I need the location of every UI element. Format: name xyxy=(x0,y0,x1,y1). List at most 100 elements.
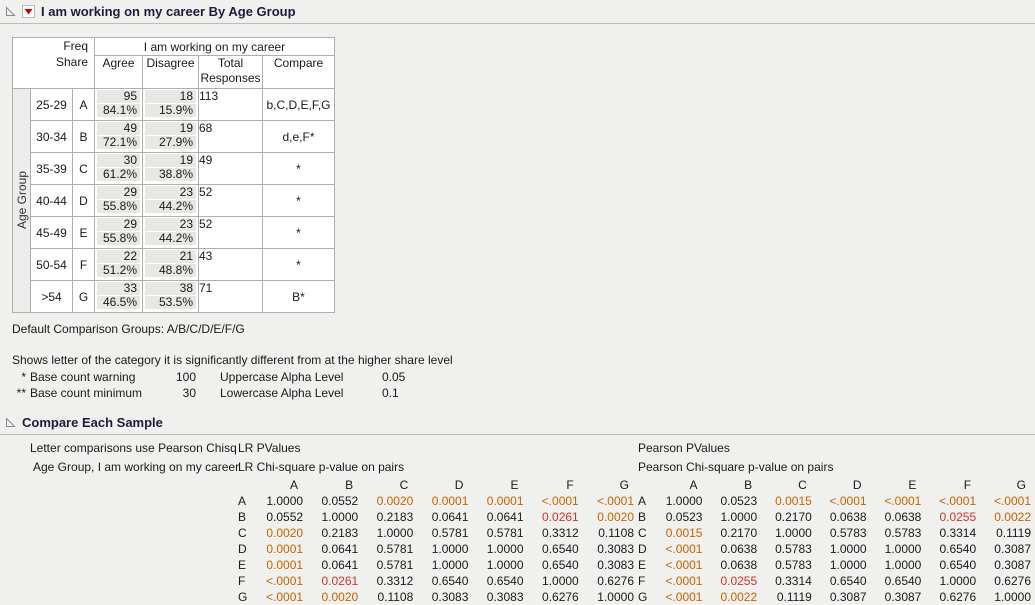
p-value-cell: 0.3083 xyxy=(583,541,638,557)
p-value-cell: 0.6276 xyxy=(980,573,1035,589)
p-value-cell: 0.1119 xyxy=(980,525,1035,541)
p-value-cell: 0.1108 xyxy=(362,589,417,605)
p-value-cell: <.0001 xyxy=(528,493,583,509)
matrix-col-header: D xyxy=(816,477,871,493)
p-value-cell: 0.0020 xyxy=(252,525,307,541)
matrix-col-header: E xyxy=(472,477,527,493)
group-letter: D xyxy=(73,185,95,217)
p-value-cell: 0.5783 xyxy=(761,557,816,573)
p-value-cell: 1.0000 xyxy=(816,541,871,557)
pearson-pvalues-block: Pearson PValues Pearson Chi-square p-val… xyxy=(638,439,1035,605)
age-label: 50-54 xyxy=(31,249,73,281)
p-value-cell: 0.5781 xyxy=(417,525,472,541)
matrix-row: D0.00010.06410.57811.00001.00000.65400.3… xyxy=(238,541,638,557)
p-value-cell: 1.0000 xyxy=(472,541,527,557)
p-value-cell: <.0001 xyxy=(816,493,871,509)
p-value-cell: 1.0000 xyxy=(252,493,307,509)
p-value-cell: 0.0641 xyxy=(417,509,472,525)
col-header-disagree: Disagree xyxy=(143,56,199,89)
p-value-cell: 0.2183 xyxy=(362,509,417,525)
note-value: 100 xyxy=(162,369,196,385)
total-cell: 113 xyxy=(199,89,263,121)
p-value-cell: 1.0000 xyxy=(472,557,527,573)
note-marker: ** xyxy=(10,385,26,401)
total-cell: 71 xyxy=(199,281,263,313)
p-value-cell: 0.0261 xyxy=(528,509,583,525)
age-table-row: 50-54F2251.2%2148.8%43* xyxy=(13,249,335,281)
matrix-row-header: E xyxy=(238,557,252,573)
p-value-cell: 0.3312 xyxy=(528,525,583,541)
p-value-cell: 0.0255 xyxy=(706,573,761,589)
age-label: 30-34 xyxy=(31,121,73,153)
matrix-row: A1.00000.05230.0015<.0001<.0001<.0001<.0… xyxy=(638,493,1035,509)
freq-share-header: Freq Share xyxy=(13,38,95,89)
group-letter: B xyxy=(73,121,95,153)
matrix-row: D<.00010.06380.57831.00001.00000.65400.3… xyxy=(638,541,1035,557)
matrix-row-header: C xyxy=(638,525,652,541)
matrix-col-header: C xyxy=(362,477,417,493)
pearson-pvalues-title: Pearson PValues xyxy=(638,439,1035,458)
p-value-cell: 0.0641 xyxy=(472,509,527,525)
matrix-row-header: G xyxy=(238,589,252,605)
group-letter: E xyxy=(73,217,95,249)
section-title: I am working on my career By Age Group xyxy=(41,4,296,19)
p-value-cell: 0.5783 xyxy=(816,525,871,541)
age-label: 25-29 xyxy=(31,89,73,121)
p-value-cell: 0.5783 xyxy=(871,525,926,541)
age-label: 40-44 xyxy=(31,185,73,217)
age-table-row: 40-44D2955.8%2344.2%52* xyxy=(13,185,335,217)
p-value-cell: 1.0000 xyxy=(871,557,926,573)
compare-cell: b,C,D,E,F,G xyxy=(263,89,335,121)
age-label: 35-39 xyxy=(31,153,73,185)
matrix-row-header: F xyxy=(638,573,652,589)
p-value-cell: 0.6540 xyxy=(816,573,871,589)
group-letter: F xyxy=(73,249,95,281)
red-triangle-menu-icon[interactable] xyxy=(22,5,35,18)
age-group-axis-label: Age Group xyxy=(13,89,31,313)
notes-block: Shows letter of the category it is signi… xyxy=(0,353,1035,401)
note-row-minimum: ** Base count minimum 30 Lowercase Alpha… xyxy=(10,385,1035,401)
p-value-cell: 0.3083 xyxy=(583,557,638,573)
p-value-cell: 0.0022 xyxy=(980,509,1035,525)
disclosure-triangle-icon[interactable] xyxy=(5,417,16,428)
compare-cell: * xyxy=(263,249,335,281)
matrix-header-row: ABCDEFG xyxy=(238,477,638,493)
note-value2: 0.05 xyxy=(382,369,405,385)
matrix-row: B0.05521.00000.21830.06410.06410.02610.0… xyxy=(238,509,638,525)
matrix-col-header: E xyxy=(871,477,926,493)
p-value-cell: 0.5783 xyxy=(761,541,816,557)
lr-pvalues-block: LR PValues LR Chi-square p-value on pair… xyxy=(238,439,638,605)
matrix-col-header: C xyxy=(761,477,816,493)
agree-cell: 4972.1% xyxy=(95,121,143,153)
total-cell: 52 xyxy=(199,217,263,249)
p-value-cell: 0.0022 xyxy=(706,589,761,605)
matrix-row: E<.00010.06380.57831.00001.00000.65400.3… xyxy=(638,557,1035,573)
matrix-row-header: A xyxy=(638,493,652,509)
compare-captions: Letter comparisons use Pearson Chisq Age… xyxy=(0,439,238,477)
matrix-row: F<.00010.02610.33120.65400.65401.00000.6… xyxy=(238,573,638,589)
agree-cell: 9584.1% xyxy=(95,89,143,121)
matrix-row: G<.00010.00220.11190.30870.30870.62761.0… xyxy=(638,589,1035,605)
p-value-cell: <.0001 xyxy=(652,557,707,573)
p-value-cell: <.0001 xyxy=(652,589,707,605)
lr-pvalue-matrix: ABCDEFGA1.00000.05520.00200.00010.0001<.… xyxy=(238,477,638,605)
outline-header-main: I am working on my career By Age Group xyxy=(0,0,1035,23)
p-value-cell: <.0001 xyxy=(583,493,638,509)
age-table-row: Age Group25-29A9584.1%1815.9%113b,C,D,E,… xyxy=(13,89,335,121)
p-value-cell: 0.6276 xyxy=(583,573,638,589)
divider xyxy=(0,434,1035,435)
p-value-cell: 1.0000 xyxy=(761,525,816,541)
compare-cell: * xyxy=(263,217,335,249)
total-cell: 68 xyxy=(199,121,263,153)
pearson-pvalue-matrix: ABCDEFGA1.00000.05230.0015<.0001<.0001<.… xyxy=(638,477,1035,605)
matrix-col-header: A xyxy=(252,477,307,493)
group-letter: G xyxy=(73,281,95,313)
p-value-cell: 0.2170 xyxy=(706,525,761,541)
age-table-row: 35-39C3061.2%1938.8%49* xyxy=(13,153,335,185)
p-value-cell: 1.0000 xyxy=(583,589,638,605)
disclosure-triangle-icon[interactable] xyxy=(5,6,16,17)
outline-header-compare: Compare Each Sample xyxy=(0,411,1035,434)
p-value-cell: 0.2170 xyxy=(761,509,816,525)
span-header: I am working on my career xyxy=(95,38,335,56)
p-value-cell: 0.6540 xyxy=(417,573,472,589)
